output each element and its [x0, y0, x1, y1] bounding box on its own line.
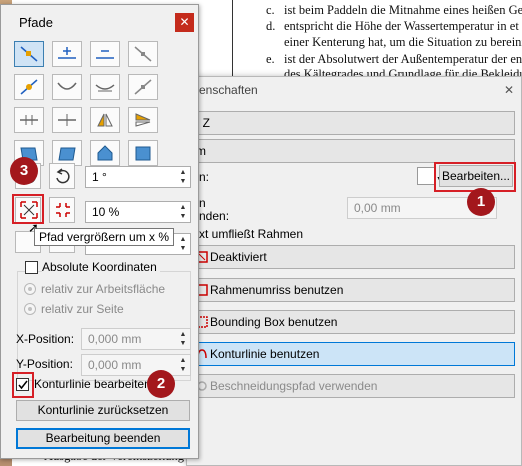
color-swatch[interactable]	[417, 167, 435, 185]
option-deactivated-label: Deaktiviert	[210, 250, 267, 264]
x-position-value: 0,000 mm	[88, 332, 142, 346]
document-column-rule	[232, 0, 233, 78]
doc-line-d-prefix: d.	[266, 19, 276, 33]
properties-dialog: enschaften ✕ , Z m n: ▼ Bearbeiten... n …	[186, 76, 522, 466]
label-distance-b: nden:	[199, 209, 230, 223]
highlight-enlarge	[12, 194, 44, 224]
option-frame-outline-label: Rahmenumriss benutzen	[210, 283, 344, 297]
marker-1: 1	[467, 188, 495, 216]
break-path-tool-icon[interactable]	[128, 41, 158, 67]
doc-line-e-prefix: e.	[266, 52, 275, 66]
x-position-label: X-Position:	[16, 332, 75, 346]
radio-workspace[interactable]	[24, 283, 36, 295]
rotate-angle-value: 1 °	[92, 170, 107, 184]
rotate-spinner-icon[interactable]: ▲ ▼	[177, 168, 189, 186]
radio-workspace-label: relativ zur Arbeitsfläche	[41, 282, 166, 296]
rotate-shape-tool-icon[interactable]	[128, 140, 158, 166]
option-deactivated[interactable]: Deaktiviert	[191, 245, 515, 269]
scale-percent-field[interactable]: 10 % ▲ ▼	[85, 201, 191, 223]
x-position-field[interactable]: 0,000 mm ▲ ▼	[81, 328, 191, 350]
mirror-vertical-tool-icon[interactable]	[128, 107, 158, 133]
palette-close-icon[interactable]: ✕	[175, 13, 194, 32]
marker-2: 2	[147, 370, 175, 398]
reset-contour-button[interactable]: Konturlinie zurücksetzen	[16, 400, 190, 421]
option-clipping-path[interactable]: Beschneidungspfad verwenden	[191, 374, 515, 398]
properties-row-xyz[interactable]: , Z	[191, 111, 515, 135]
join-points-tool-icon[interactable]	[14, 74, 44, 100]
option-contour[interactable]: Konturlinie benutzen	[191, 342, 515, 366]
palette-title: Pfade	[19, 15, 53, 30]
add-point-tool-icon[interactable]	[52, 41, 82, 67]
absolute-coords-label: Absolute Koordinaten	[42, 260, 160, 274]
marker-3: 3	[10, 157, 38, 185]
highlight-edit-button	[434, 162, 516, 192]
corner-point-tool-icon[interactable]	[52, 74, 82, 100]
doc-line-d2: einer Kenterung hat, um die Situation zu…	[284, 35, 522, 49]
option-clipping-path-label: Beschneidungspfad verwenden	[210, 379, 378, 393]
label-distance-a: n	[199, 196, 206, 210]
properties-row-m[interactable]: m	[191, 139, 515, 163]
label-n: n:	[199, 170, 210, 184]
option-bounding-box-label: Bounding Box benutzen	[210, 315, 338, 329]
edit-contour-label: Konturlinie bearbeiten	[34, 377, 151, 391]
x-spinner-icon[interactable]: ▲ ▼	[177, 330, 189, 348]
close-icon[interactable]: ✕	[501, 83, 517, 97]
shrink-icon[interactable]	[49, 197, 75, 223]
doc-line-e: ist der Absolutwert der Außentemperatur …	[284, 52, 522, 66]
move-spinner-icon[interactable]: ▲ ▼	[177, 235, 189, 253]
scale-spinner-icon[interactable]: ▲ ▼	[177, 203, 189, 221]
option-bounding-box[interactable]: Bounding Box benutzen	[191, 310, 515, 334]
y-position-value: 0,000 mm	[88, 358, 142, 372]
absolute-coords-checkbox[interactable]	[25, 261, 38, 274]
doc-line-c: ist beim Paddeln die Mitnahme eines heiß…	[284, 3, 522, 17]
symmetric-point-tool-icon[interactable]	[128, 74, 158, 100]
distance-value: 0,00 mm	[354, 201, 401, 215]
option-contour-label: Konturlinie benutzen	[210, 347, 320, 361]
y-spinner-icon[interactable]: ▲ ▼	[177, 356, 189, 374]
y-position-label: Y-Position:	[16, 357, 73, 371]
radio-page-label: relativ zur Seite	[41, 302, 124, 316]
straight-segment-tool-icon[interactable]	[14, 107, 44, 133]
rotate-angle-field[interactable]: 1 ° ▲ ▼	[85, 166, 191, 188]
rotate-right-icon[interactable]	[49, 163, 75, 189]
radio-page[interactable]	[24, 303, 36, 315]
highlight-edit-contour	[12, 372, 34, 398]
option-frame-outline[interactable]: Rahmenumriss benutzen	[191, 278, 515, 302]
scale-percent-value: 10 %	[92, 205, 120, 219]
properties-title: enschaften	[199, 83, 258, 97]
move-point-tool-icon[interactable]	[14, 41, 44, 67]
doc-line-d: entspricht die Höhe der Wassertemperatur…	[284, 19, 519, 33]
remove-point-tool-icon[interactable]	[90, 41, 120, 67]
curved-segment-tool-icon[interactable]	[52, 107, 82, 133]
smooth-point-tool-icon[interactable]	[90, 74, 120, 100]
end-editing-button[interactable]: Bearbeitung beenden	[16, 428, 190, 449]
y-position-field[interactable]: 0,000 mm ▲ ▼	[81, 354, 191, 376]
wrap-label: xt umfließt Rahmen	[199, 227, 304, 241]
doc-line-c-prefix: c.	[266, 3, 275, 17]
shrink-tool-icon[interactable]	[90, 140, 120, 166]
tooltip: Pfad vergrößern um x %	[34, 228, 175, 246]
mirror-horizontal-tool-icon[interactable]	[90, 107, 120, 133]
